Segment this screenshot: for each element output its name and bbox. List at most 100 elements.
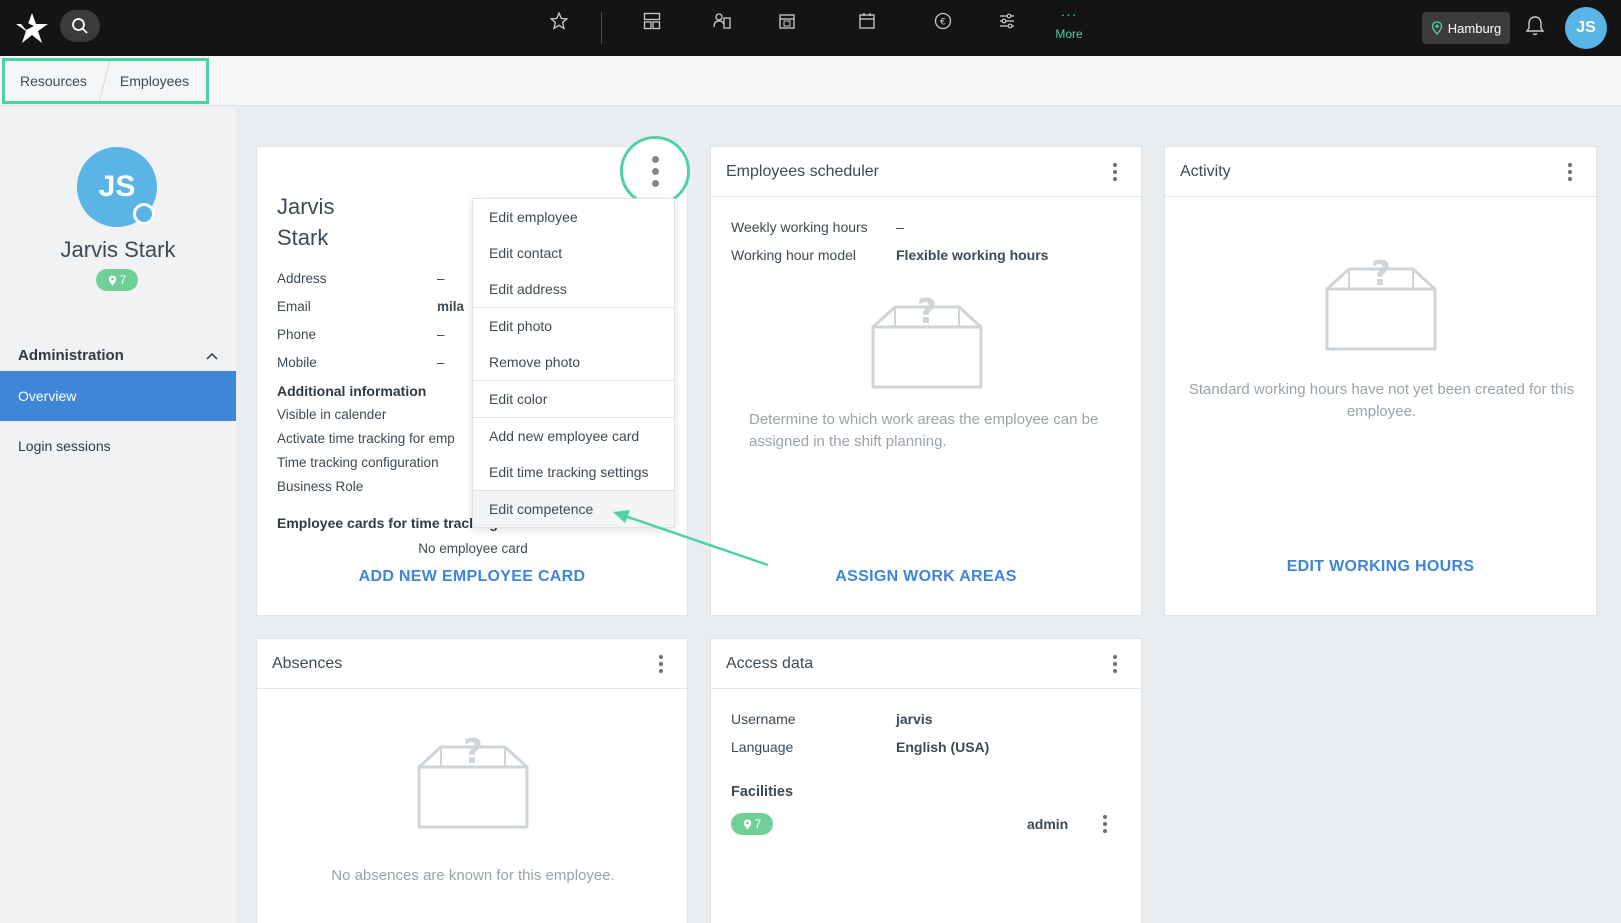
chevron-up-icon xyxy=(206,352,218,360)
location-selector[interactable]: Hamburg xyxy=(1422,12,1510,44)
svg-text:€: € xyxy=(940,18,946,28)
facility-count: 7 xyxy=(754,817,762,831)
weekly-hours-label: Weekly working hours xyxy=(731,219,868,235)
facility-count-badge: 7 xyxy=(731,813,773,835)
edit-working-hours-link[interactable]: EDIT WORKING HOURS xyxy=(1165,558,1596,576)
kebab-menu-button[interactable] xyxy=(651,652,671,676)
empty-box-icon: ? xyxy=(1325,259,1437,351)
facility-count-badge: 7 xyxy=(96,269,138,291)
menu-item-edit-photo[interactable]: Edit photo xyxy=(473,308,674,344)
email-value: mila xyxy=(437,299,465,314)
settings-nav-button[interactable] xyxy=(994,10,1020,32)
location-pin-icon xyxy=(1431,21,1442,35)
card-title: Access data xyxy=(726,654,814,672)
address-label: Address xyxy=(277,271,327,286)
finance-nav-button[interactable]: € xyxy=(930,10,956,32)
working-model-value: Flexible working hours xyxy=(896,247,1049,263)
assign-work-areas-link[interactable]: ASSIGN WORK AREAS xyxy=(711,568,1141,586)
location-pin-icon xyxy=(108,275,116,285)
card-title: Absences xyxy=(272,654,343,672)
calendar-number-icon xyxy=(779,14,795,29)
app-logo-icon[interactable] xyxy=(14,10,50,46)
breadcrumb-employees[interactable]: Employees xyxy=(105,61,206,101)
profile-kebab-menu-button[interactable] xyxy=(620,136,690,206)
search-button[interactable] xyxy=(60,10,100,42)
additional-row: Activate time tracking for emp xyxy=(277,431,455,446)
euro-icon: € xyxy=(934,12,952,30)
language-label: Language xyxy=(731,739,794,755)
absences-card: Absences ? No absences are known for thi… xyxy=(256,638,688,923)
more-nav-button[interactable]: ··· More xyxy=(1046,6,1092,41)
additional-row: Business Role xyxy=(277,479,364,494)
layout-icon xyxy=(643,12,661,30)
employee-full-name: Jarvis Stark xyxy=(277,191,334,253)
menu-item-edit-address[interactable]: Edit address xyxy=(473,271,674,307)
top-navigation-bar: € ··· More Hamburg JS xyxy=(0,0,1621,56)
username-label: Username xyxy=(731,711,796,727)
employees-nav-button[interactable] xyxy=(709,10,735,32)
sidebar-item-overview[interactable]: Overview xyxy=(0,371,236,421)
card-header: Absences xyxy=(257,639,687,689)
svg-text:?: ? xyxy=(917,297,937,332)
card-header: Employees scheduler xyxy=(711,147,1141,197)
phone-label: Phone xyxy=(277,327,317,342)
kebab-menu-button[interactable] xyxy=(1105,652,1125,676)
menu-item-edit-employee[interactable]: Edit employee xyxy=(473,199,674,235)
sidebar-item-login-sessions[interactable]: Login sessions xyxy=(0,421,236,471)
menu-item-add-employee-card[interactable]: Add new employee card xyxy=(473,418,674,454)
calendar-icon xyxy=(859,13,875,29)
calendar-grid-nav-button[interactable] xyxy=(774,10,800,32)
absences-empty-text: No absences are known for this employee. xyxy=(331,867,615,884)
kebab-menu-button[interactable] xyxy=(1560,160,1580,184)
activity-empty-text: Standard working hours have not yet been… xyxy=(1188,381,1575,420)
administration-section-toggle[interactable]: Administration xyxy=(18,347,218,364)
menu-item-edit-time-tracking[interactable]: Edit time tracking settings xyxy=(473,454,674,490)
more-dots-icon: ··· xyxy=(1060,6,1078,22)
search-icon xyxy=(72,18,88,34)
username-value: jarvis xyxy=(896,711,933,727)
card-header: Activity xyxy=(1165,147,1596,197)
phone-value: – xyxy=(437,327,445,342)
empty-box-icon: ? xyxy=(417,737,529,829)
activity-card: Activity ? Standard working hours have n… xyxy=(1164,146,1597,616)
favorites-nav-button[interactable] xyxy=(546,10,572,32)
kebab-menu-button[interactable] xyxy=(1105,160,1125,184)
employee-name: Jarvis Stark xyxy=(60,237,176,262)
employees-scheduler-card: Employees scheduler Weekly working hours… xyxy=(710,146,1142,616)
email-label: Email xyxy=(277,299,311,314)
weekly-hours-value: – xyxy=(896,219,904,235)
working-model-label: Working hour model xyxy=(731,247,857,263)
facilities-heading: Facilities xyxy=(731,784,794,800)
sliders-icon xyxy=(1000,13,1014,29)
annotation-arrow-icon xyxy=(613,510,769,567)
facility-role: admin xyxy=(1027,816,1069,832)
svg-text:?: ? xyxy=(1371,259,1391,294)
scheduler-empty-text: Determine to which work areas the employ… xyxy=(749,411,1099,450)
menu-item-edit-color[interactable]: Edit color xyxy=(473,381,674,417)
empty-box-icon: ? xyxy=(871,297,983,389)
location-label: Hamburg xyxy=(1447,20,1502,36)
employee-sidebar: JS Jarvis Stark 7 Administration Overvie… xyxy=(0,107,236,923)
calendar-nav-button[interactable] xyxy=(854,10,880,32)
nav-divider xyxy=(601,12,602,44)
user-avatar-button[interactable]: JS xyxy=(1565,7,1607,49)
language-value: English (USA) xyxy=(896,739,990,755)
card-title: Employees scheduler xyxy=(726,162,879,180)
menu-item-edit-contact[interactable]: Edit contact xyxy=(473,235,674,271)
dashboard-nav-button[interactable] xyxy=(639,10,665,32)
card-header: Access data xyxy=(711,639,1141,689)
additional-row: Visible in calender xyxy=(277,407,387,422)
last-name: Stark xyxy=(277,225,329,250)
additional-info-heading: Additional information xyxy=(277,383,427,399)
menu-item-remove-photo[interactable]: Remove photo xyxy=(473,344,674,380)
employee-cards-heading: Employee cards for time tracking xyxy=(277,515,498,531)
address-value: – xyxy=(437,271,445,286)
facility-kebab-button[interactable] xyxy=(1095,812,1115,836)
breadcrumb-bar: Resources Employees xyxy=(0,56,1621,106)
mobile-label: Mobile xyxy=(277,355,317,370)
breadcrumb-resources[interactable]: Resources xyxy=(5,61,104,101)
notifications-bell-icon[interactable] xyxy=(1525,15,1545,37)
more-label: More xyxy=(1055,27,1083,41)
facility-count: 7 xyxy=(119,273,127,287)
user-card-icon xyxy=(713,13,731,29)
